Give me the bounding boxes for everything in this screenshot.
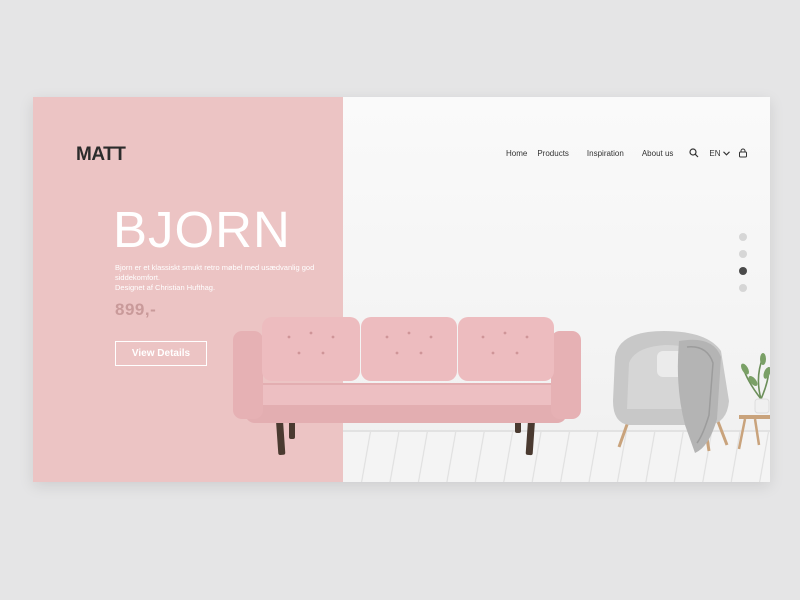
view-details-button[interactable]: View Details — [115, 341, 207, 366]
cart-bag-icon[interactable] — [738, 148, 748, 158]
carousel-dot-3-active[interactable] — [739, 267, 747, 275]
language-label: EN — [709, 148, 721, 158]
product-designer-text: Designet af Christian Hufthag. — [115, 283, 216, 292]
plant-side-table-image — [737, 353, 770, 450]
landing-page-frame: MATT Home Products Inspiration About us … — [33, 97, 770, 482]
product-description-text: Bjorn er et klassiskt smukt retro møbel … — [115, 263, 315, 282]
nav-item-products[interactable]: Products — [537, 149, 569, 158]
nav-item-inspiration[interactable]: Inspiration — [587, 149, 624, 158]
nav-item-home[interactable]: Home — [506, 149, 527, 158]
carousel-dot-4[interactable] — [739, 284, 747, 292]
language-selector[interactable]: EN — [709, 148, 730, 158]
grey-armchair-image — [613, 331, 729, 453]
carousel-dot-1[interactable] — [739, 233, 747, 241]
carousel-dot-2[interactable] — [739, 250, 747, 258]
main-nav: Home Products Inspiration About us EN — [506, 146, 748, 160]
product-title: BJORN — [113, 201, 291, 258]
product-price: 899,- — [115, 300, 157, 319]
chevron-down-icon — [722, 150, 730, 156]
nav-item-about-us[interactable]: About us — [642, 149, 674, 158]
brand-logo[interactable]: MATT — [76, 144, 126, 166]
carousel-dots — [739, 233, 747, 301]
product-description: Bjorn er et klassiskt smukt retro møbel … — [115, 263, 330, 293]
pink-sofa-image — [233, 317, 581, 456]
search-icon[interactable] — [689, 148, 699, 158]
